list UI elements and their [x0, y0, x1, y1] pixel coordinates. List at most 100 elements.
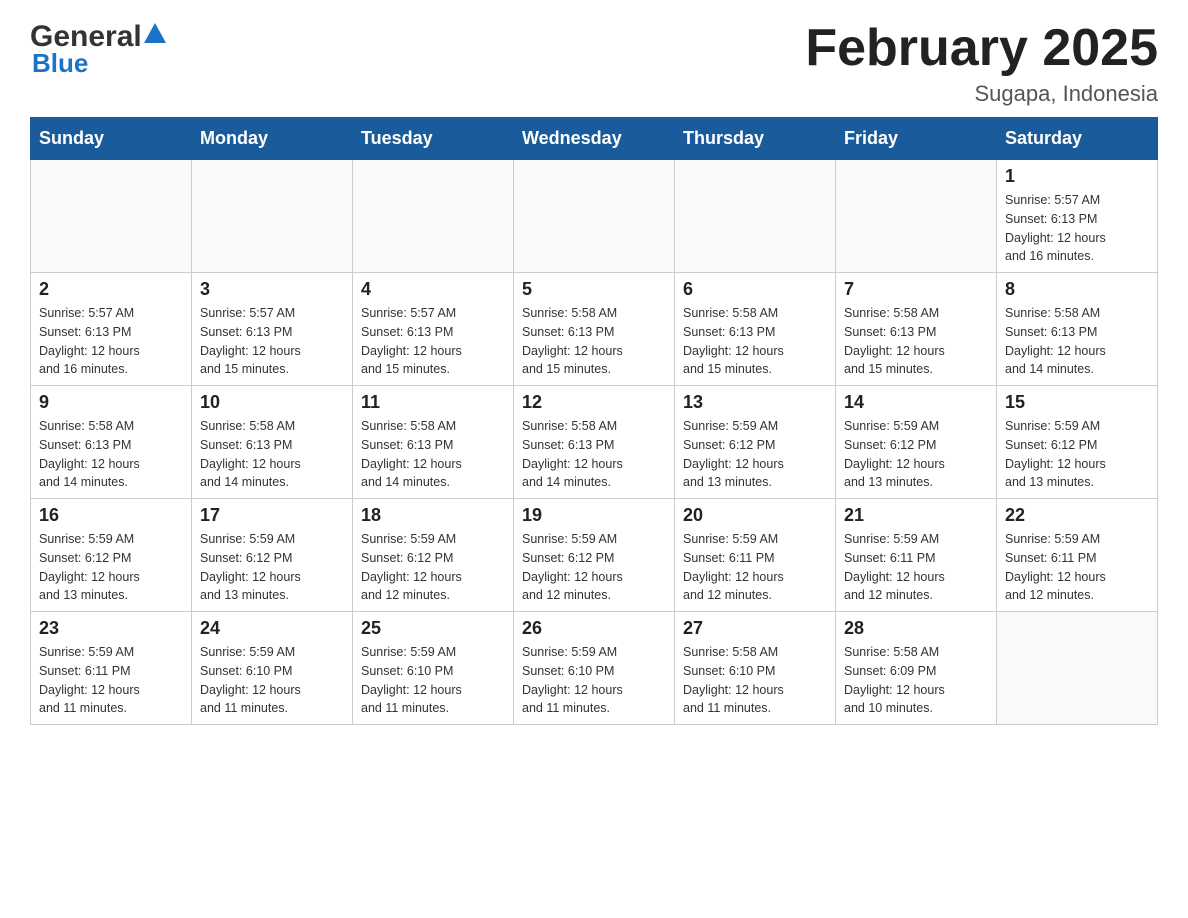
- day-info: Sunrise: 5:59 AM Sunset: 6:12 PM Dayligh…: [522, 530, 666, 605]
- day-of-week-friday: Friday: [836, 118, 997, 160]
- day-info: Sunrise: 5:57 AM Sunset: 6:13 PM Dayligh…: [200, 304, 344, 379]
- day-number: 3: [200, 279, 344, 300]
- day-info: Sunrise: 5:57 AM Sunset: 6:13 PM Dayligh…: [1005, 191, 1149, 266]
- day-number: 12: [522, 392, 666, 413]
- day-info: Sunrise: 5:59 AM Sunset: 6:12 PM Dayligh…: [1005, 417, 1149, 492]
- day-number: 14: [844, 392, 988, 413]
- week-row-5: 23 Sunrise: 5:59 AM Sunset: 6:11 PM Dayli…: [31, 612, 1158, 725]
- calendar-cell: [31, 160, 192, 273]
- day-info: Sunrise: 5:59 AM Sunset: 6:11 PM Dayligh…: [683, 530, 827, 605]
- calendar-cell: 19 Sunrise: 5:59 AM Sunset: 6:12 PM Dayli…: [514, 499, 675, 612]
- day-number: 11: [361, 392, 505, 413]
- day-number: 23: [39, 618, 183, 639]
- day-number: 17: [200, 505, 344, 526]
- day-info: Sunrise: 5:58 AM Sunset: 6:10 PM Dayligh…: [683, 643, 827, 718]
- title-block: February 2025 Sugapa, Indonesia: [805, 20, 1158, 107]
- day-number: 18: [361, 505, 505, 526]
- calendar-cell: [997, 612, 1158, 725]
- calendar-cell: 21 Sunrise: 5:59 AM Sunset: 6:11 PM Dayli…: [836, 499, 997, 612]
- day-number: 8: [1005, 279, 1149, 300]
- day-info: Sunrise: 5:59 AM Sunset: 6:12 PM Dayligh…: [361, 530, 505, 605]
- day-number: 5: [522, 279, 666, 300]
- day-number: 4: [361, 279, 505, 300]
- day-number: 2: [39, 279, 183, 300]
- logo-container: General Blue: [30, 20, 166, 79]
- calendar-cell: 12 Sunrise: 5:58 AM Sunset: 6:13 PM Dayli…: [514, 386, 675, 499]
- calendar-cell: 22Sunrise: 5:59 AM Sunset: 6:11 PM Dayli…: [997, 499, 1158, 612]
- day-number: 27: [683, 618, 827, 639]
- day-info: Sunrise: 5:58 AM Sunset: 6:13 PM Dayligh…: [844, 304, 988, 379]
- day-info: Sunrise: 5:59 AM Sunset: 6:12 PM Dayligh…: [200, 530, 344, 605]
- day-number: 1: [1005, 166, 1149, 187]
- calendar-cell: [836, 160, 997, 273]
- day-info: Sunrise: 5:59 AM Sunset: 6:11 PM Dayligh…: [844, 530, 988, 605]
- calendar-cell: 24 Sunrise: 5:59 AM Sunset: 6:10 PM Dayli…: [192, 612, 353, 725]
- day-number: 24: [200, 618, 344, 639]
- day-info: Sunrise: 5:58 AM Sunset: 6:13 PM Dayligh…: [522, 417, 666, 492]
- day-of-week-thursday: Thursday: [675, 118, 836, 160]
- calendar-cell: 4 Sunrise: 5:57 AM Sunset: 6:13 PM Daylig…: [353, 273, 514, 386]
- day-number: 6: [683, 279, 827, 300]
- page-header: General Blue February 2025 Sugapa, Indon…: [30, 20, 1158, 107]
- calendar-cell: 6 Sunrise: 5:58 AM Sunset: 6:13 PM Daylig…: [675, 273, 836, 386]
- day-info: Sunrise: 5:59 AM Sunset: 6:12 PM Dayligh…: [683, 417, 827, 492]
- day-number: 13: [683, 392, 827, 413]
- day-number: 15: [1005, 392, 1149, 413]
- day-info: Sunrise: 5:58 AM Sunset: 6:13 PM Dayligh…: [522, 304, 666, 379]
- day-info: Sunrise: 5:58 AM Sunset: 6:09 PM Dayligh…: [844, 643, 988, 718]
- day-of-week-monday: Monday: [192, 118, 353, 160]
- calendar-cell: 1 Sunrise: 5:57 AM Sunset: 6:13 PM Daylig…: [997, 160, 1158, 273]
- day-number: 7: [844, 279, 988, 300]
- calendar-cell: 17 Sunrise: 5:59 AM Sunset: 6:12 PM Dayli…: [192, 499, 353, 612]
- page-subtitle: Sugapa, Indonesia: [805, 81, 1158, 107]
- calendar-cell: 15 Sunrise: 5:59 AM Sunset: 6:12 PM Dayli…: [997, 386, 1158, 499]
- days-of-week-row: SundayMondayTuesdayWednesdayThursdayFrid…: [31, 118, 1158, 160]
- calendar-cell: 25Sunrise: 5:59 AM Sunset: 6:10 PM Dayli…: [353, 612, 514, 725]
- calendar-cell: 8 Sunrise: 5:58 AM Sunset: 6:13 PM Daylig…: [997, 273, 1158, 386]
- day-info: Sunrise: 5:59 AM Sunset: 6:10 PM Dayligh…: [200, 643, 344, 718]
- day-info: Sunrise: 5:59 AM Sunset: 6:12 PM Dayligh…: [844, 417, 988, 492]
- calendar-cell: 27 Sunrise: 5:58 AM Sunset: 6:10 PM Dayli…: [675, 612, 836, 725]
- day-of-week-saturday: Saturday: [997, 118, 1158, 160]
- calendar-cell: 16 Sunrise: 5:59 AM Sunset: 6:12 PM Dayli…: [31, 499, 192, 612]
- day-number: 16: [39, 505, 183, 526]
- day-number: 19: [522, 505, 666, 526]
- calendar-cell: 5 Sunrise: 5:58 AM Sunset: 6:13 PM Daylig…: [514, 273, 675, 386]
- calendar-cell: 2 Sunrise: 5:57 AM Sunset: 6:13 PM Daylig…: [31, 273, 192, 386]
- day-info: Sunrise: 5:59 AM Sunset: 6:10 PM Dayligh…: [361, 643, 505, 718]
- day-info: Sunrise: 5:58 AM Sunset: 6:13 PM Dayligh…: [1005, 304, 1149, 379]
- calendar-cell: 9Sunrise: 5:58 AM Sunset: 6:13 PM Daylig…: [31, 386, 192, 499]
- calendar-cell: 11 Sunrise: 5:58 AM Sunset: 6:13 PM Dayli…: [353, 386, 514, 499]
- calendar-cell: [192, 160, 353, 273]
- calendar-cell: 23 Sunrise: 5:59 AM Sunset: 6:11 PM Dayli…: [31, 612, 192, 725]
- day-number: 10: [200, 392, 344, 413]
- calendar-cell: [353, 160, 514, 273]
- week-row-4: 16 Sunrise: 5:59 AM Sunset: 6:12 PM Dayli…: [31, 499, 1158, 612]
- calendar-cell: 26 Sunrise: 5:59 AM Sunset: 6:10 PM Dayli…: [514, 612, 675, 725]
- day-number: 21: [844, 505, 988, 526]
- day-info: Sunrise: 5:58 AM Sunset: 6:13 PM Dayligh…: [683, 304, 827, 379]
- day-of-week-tuesday: Tuesday: [353, 118, 514, 160]
- day-info: Sunrise: 5:59 AM Sunset: 6:12 PM Dayligh…: [39, 530, 183, 605]
- calendar-cell: 20 Sunrise: 5:59 AM Sunset: 6:11 PM Dayli…: [675, 499, 836, 612]
- day-info: Sunrise: 5:59 AM Sunset: 6:10 PM Dayligh…: [522, 643, 666, 718]
- day-info: Sunrise: 5:58 AM Sunset: 6:13 PM Dayligh…: [361, 417, 505, 492]
- calendar-cell: 10 Sunrise: 5:58 AM Sunset: 6:13 PM Dayli…: [192, 386, 353, 499]
- day-info: Sunrise: 5:57 AM Sunset: 6:13 PM Dayligh…: [361, 304, 505, 379]
- calendar-cell: 14 Sunrise: 5:59 AM Sunset: 6:12 PM Dayli…: [836, 386, 997, 499]
- logo-blue-label: Blue: [30, 48, 88, 79]
- day-number: 9: [39, 392, 183, 413]
- page-title: February 2025: [805, 20, 1158, 77]
- week-row-2: 2 Sunrise: 5:57 AM Sunset: 6:13 PM Daylig…: [31, 273, 1158, 386]
- day-info: Sunrise: 5:57 AM Sunset: 6:13 PM Dayligh…: [39, 304, 183, 379]
- day-number: 26: [522, 618, 666, 639]
- day-info: Sunrise: 5:58 AM Sunset: 6:13 PM Dayligh…: [200, 417, 344, 492]
- day-number: 22: [1005, 505, 1149, 526]
- day-number: 20: [683, 505, 827, 526]
- calendar-table: SundayMondayTuesdayWednesdayThursdayFrid…: [30, 117, 1158, 725]
- logo-triangle-icon: [144, 23, 166, 43]
- calendar-body: 1 Sunrise: 5:57 AM Sunset: 6:13 PM Daylig…: [31, 160, 1158, 725]
- day-info: Sunrise: 5:59 AM Sunset: 6:11 PM Dayligh…: [39, 643, 183, 718]
- day-of-week-sunday: Sunday: [31, 118, 192, 160]
- calendar-cell: [514, 160, 675, 273]
